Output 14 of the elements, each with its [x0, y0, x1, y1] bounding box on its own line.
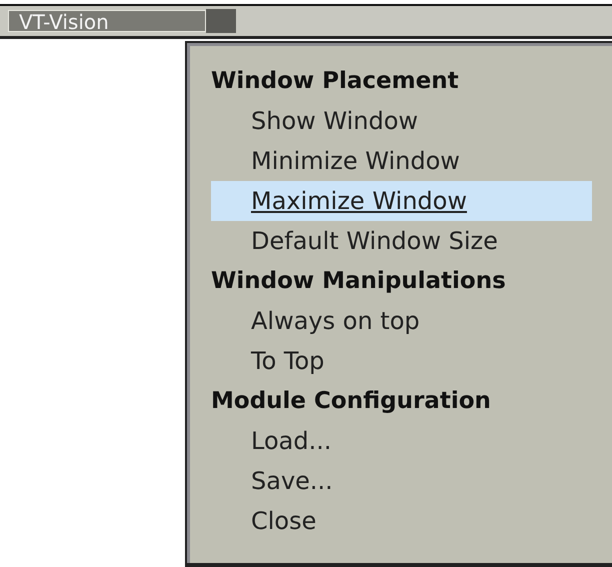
menu-item[interactable]: Save... [211, 461, 592, 501]
menu-heading: Module Configuration [211, 387, 492, 416]
menu-heading: Window Placement [211, 67, 460, 96]
menu-item[interactable]: Load... [211, 421, 592, 461]
menu-heading: Window Manipulations [211, 267, 507, 296]
taskbar-tab[interactable]: VT-Vision [8, 10, 206, 32]
menu-item[interactable]: Default Window Size [211, 221, 592, 261]
menu-item[interactable]: Close [211, 501, 592, 541]
menu-item[interactable]: Maximize Window [211, 181, 592, 221]
menu-item[interactable]: To Top [211, 341, 592, 381]
menu-item[interactable]: Always on top [211, 301, 592, 341]
tab-button[interactable] [206, 9, 236, 33]
menu-item[interactable]: Minimize Window [211, 141, 592, 181]
menu-item[interactable]: Show Window [211, 101, 592, 141]
